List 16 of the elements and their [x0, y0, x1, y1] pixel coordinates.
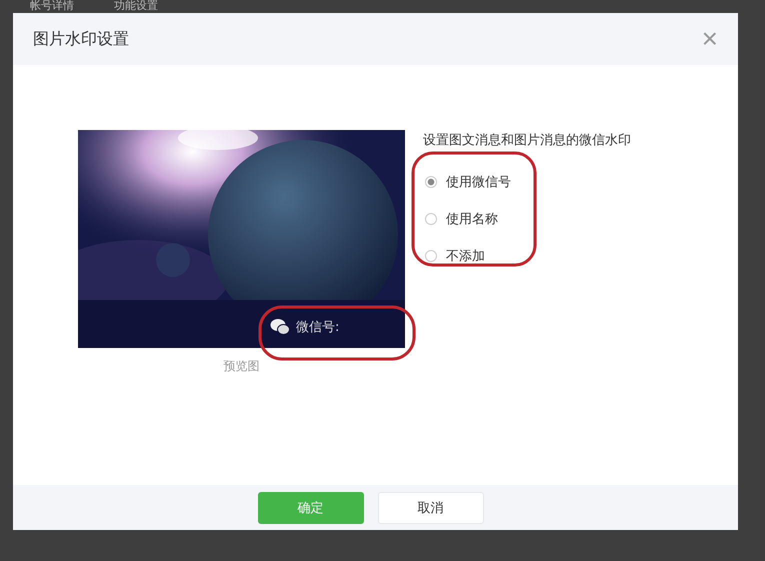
radio-button[interactable] — [425, 176, 437, 188]
close-button[interactable]: × — [702, 25, 718, 53]
watermark-text: 微信号: — [296, 319, 340, 336]
background-tab-label: 帐号详情 — [30, 0, 74, 12]
option-label: 使用名称 — [446, 210, 498, 228]
option-label: 使用微信号 — [446, 174, 511, 190]
preview-caption: 预览图 — [224, 358, 260, 375]
background-tab-label: 功能设置 — [114, 0, 158, 12]
radio-button[interactable] — [425, 212, 437, 224]
cancel-button[interactable]: 取消 — [378, 492, 484, 524]
option-label: 不添加 — [446, 248, 485, 264]
setting-label: 设置图文消息和图片消息的微信水印 — [423, 132, 631, 149]
confirm-button[interactable]: 确定 — [258, 492, 364, 524]
chat-bubbles-icon — [270, 318, 290, 336]
radio-button[interactable] — [425, 250, 437, 262]
dialog-title: 图片水印设置 — [33, 28, 129, 50]
